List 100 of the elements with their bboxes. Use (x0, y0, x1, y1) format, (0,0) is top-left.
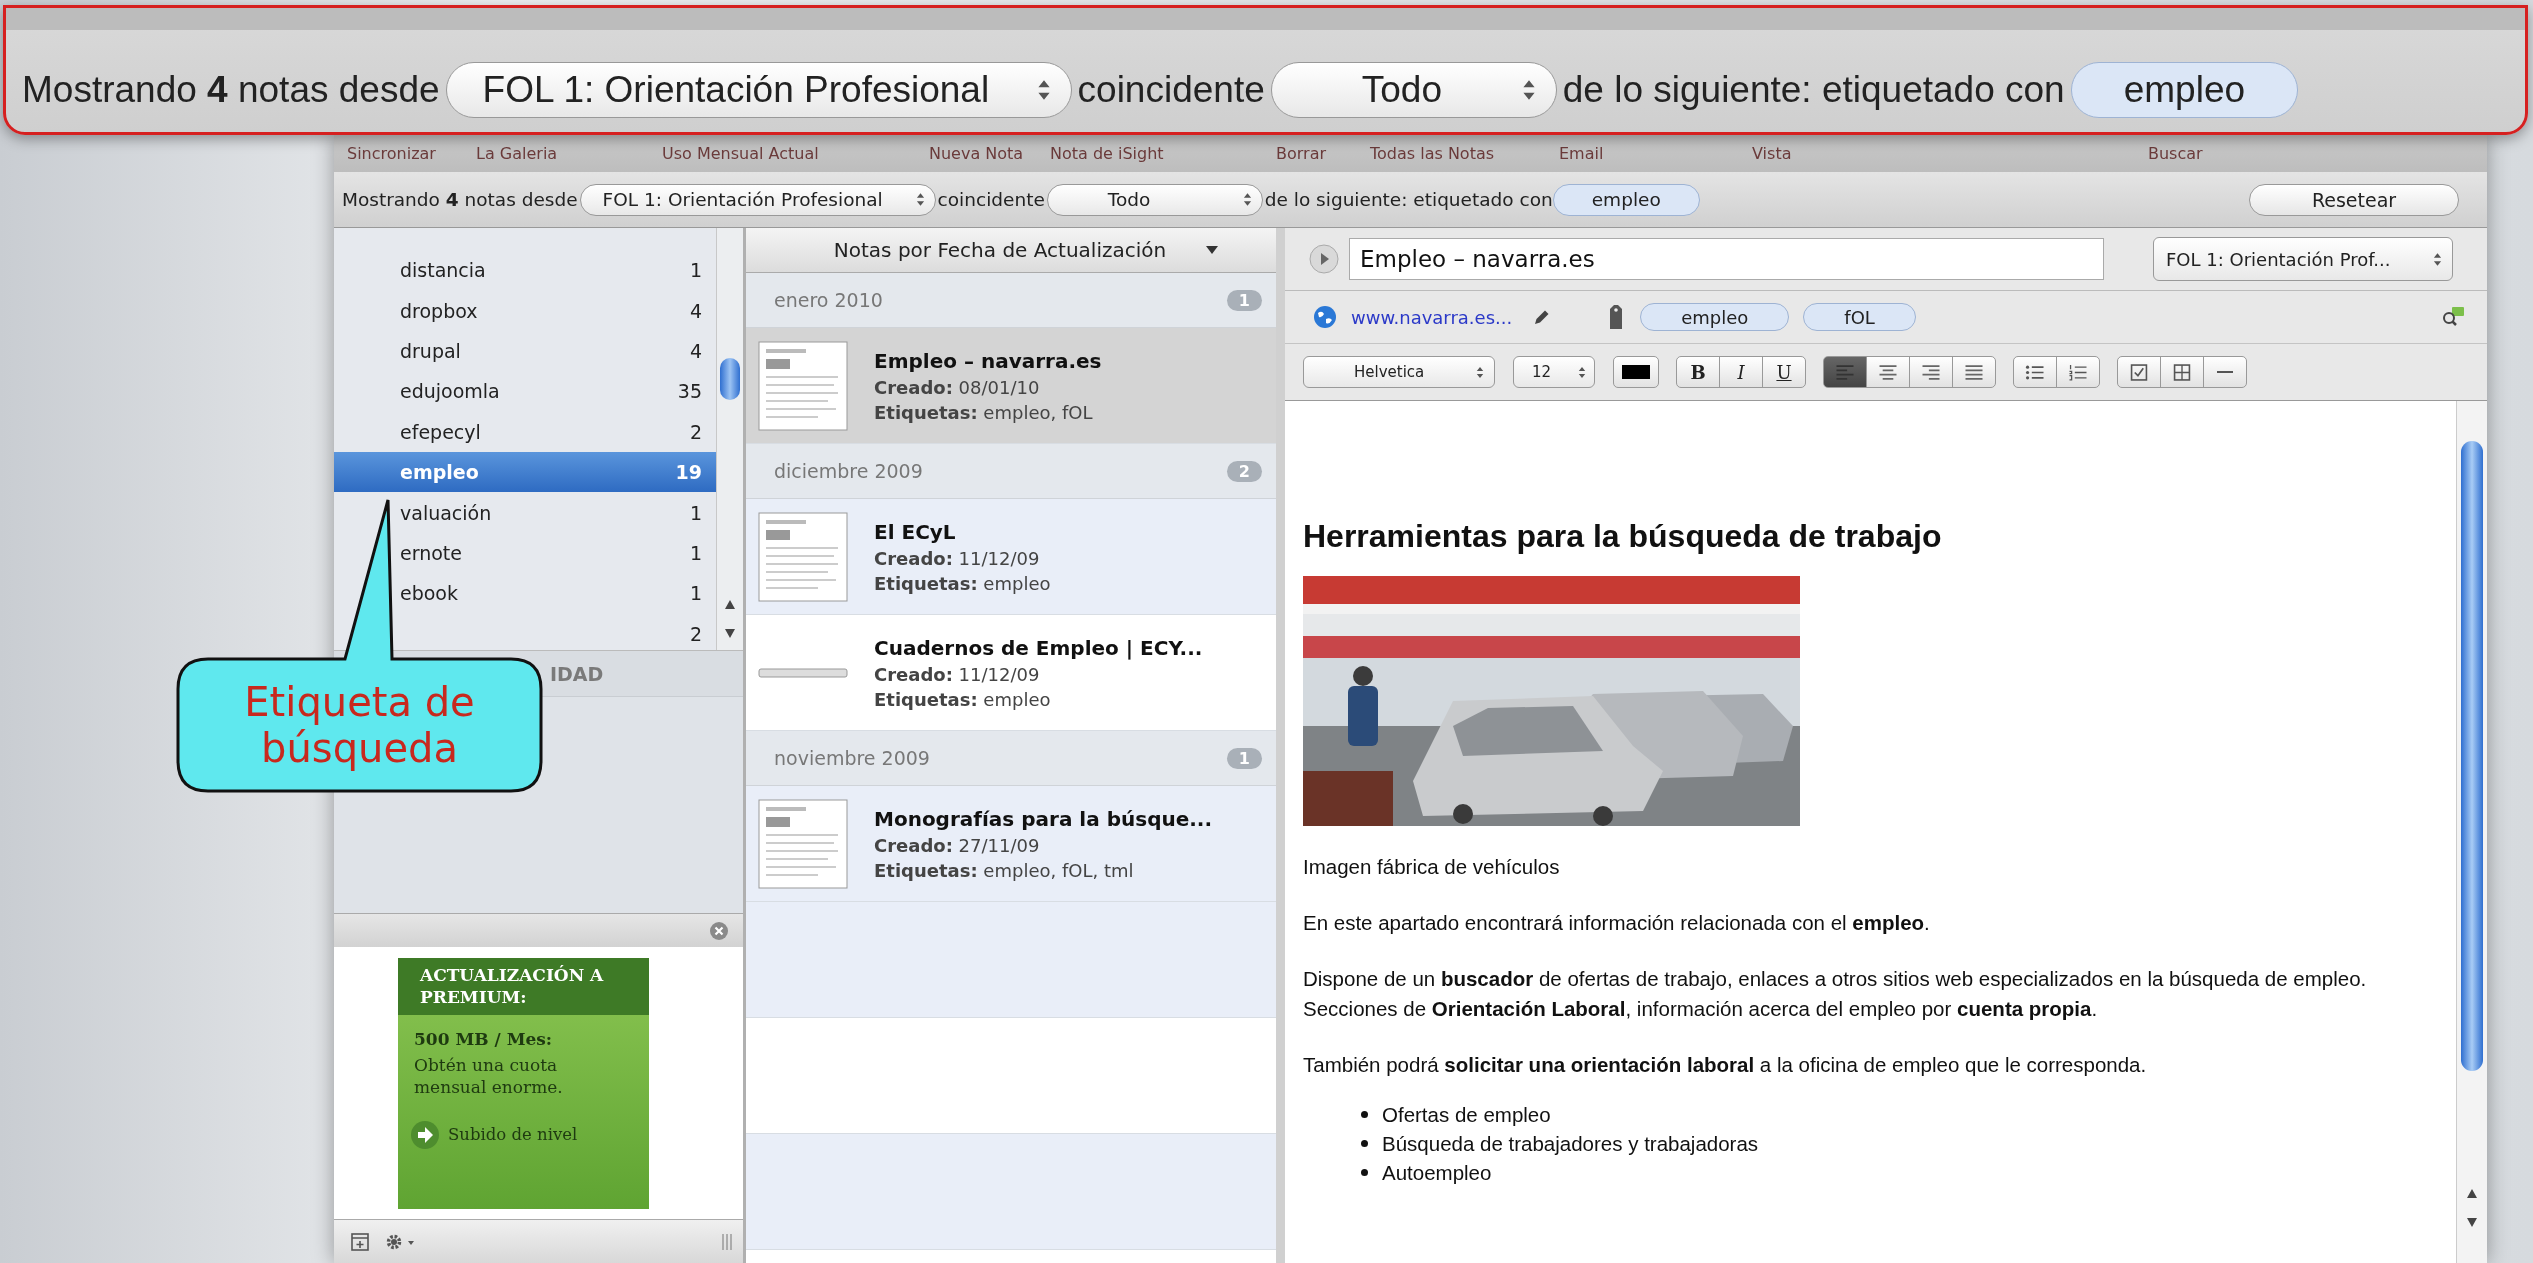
notebook-dropdown[interactable]: FOL 1: Orientación Prof... (2153, 237, 2453, 281)
numbered-list-button[interactable] (2056, 356, 2100, 388)
bullet-list-icon (2024, 363, 2046, 381)
premium-ad[interactable]: ACTUALIZACIÓN A PREMIUM: 500 MB / Mes: Obtén una cuota mensual enorme. Subido de nivel (398, 957, 649, 1209)
count-badge: 2 (1226, 460, 1262, 482)
notebook-dropdown[interactable]: FOL 1: Orientación Profesional (579, 183, 936, 216)
size-dropdown[interactable]: 12 (1513, 356, 1595, 388)
tag-name: efepecyl (400, 420, 481, 443)
style-button[interactable]: U (1762, 356, 1806, 388)
toolbar-label[interactable]: Nueva Nota (929, 144, 1050, 163)
filter-text: Mostrando 4 notas desde (342, 189, 578, 210)
align-left-button[interactable] (1823, 356, 1867, 388)
tag-row[interactable]: edujoomla 35 (334, 371, 716, 412)
toolbar-label[interactable]: Sincronizar (347, 144, 476, 163)
color-button[interactable] (1613, 356, 1659, 388)
new-note-icon[interactable] (350, 1231, 370, 1252)
tag-row[interactable]: ebook 1 (334, 573, 716, 614)
align-right-button[interactable] (1909, 356, 1953, 388)
play-icon[interactable] (1309, 244, 1339, 274)
note-item[interactable]: El ECyL Creado: 11/12/09 Etiquetas: empleo (746, 499, 1276, 615)
globe-icon (1313, 305, 1337, 329)
tag-token[interactable]: empleo (1552, 183, 1700, 216)
tag-name: dropbox (400, 299, 478, 322)
tag-name: drupal (400, 339, 461, 362)
tag-token[interactable]: fOL (1803, 303, 1916, 331)
match-dropdown[interactable]: Todo (1270, 62, 1557, 118)
toolbar-label[interactable]: Nota de iSight (1050, 144, 1276, 163)
tag-row[interactable]: distancia 1 (334, 250, 716, 291)
bullet-list-button[interactable] (2013, 356, 2057, 388)
tag-token[interactable]: empleo (2070, 62, 2299, 118)
toolbar-label[interactable]: La Galeria (476, 144, 662, 163)
notebook-dropdown[interactable]: FOL 1: Orientación Profesional (445, 62, 1072, 118)
match-dropdown[interactable]: Todo (1046, 183, 1263, 216)
updown-icon (915, 192, 925, 207)
align-center-button[interactable] (1866, 356, 1910, 388)
table-button[interactable] (2160, 356, 2204, 388)
close-icon[interactable] (709, 920, 729, 941)
sort-header[interactable]: Notas por Fecha de Actualización (746, 228, 1276, 273)
tag-row[interactable]: efepecyl 2 (334, 411, 716, 452)
ad-heading: ACTUALIZACIÓN A PREMIUM: (398, 957, 649, 1016)
note-tags: Etiquetas: empleo, fOL (874, 401, 1102, 423)
bullet-icon (1361, 1169, 1368, 1177)
tag-row[interactable]: valuación 1 (334, 492, 716, 533)
horizontal-line-icon (2216, 371, 2234, 373)
tag-token[interactable]: empleo (1640, 303, 1790, 331)
bullet-icon (1361, 1140, 1368, 1148)
checkbox-button[interactable] (2117, 356, 2161, 388)
toolbar-label[interactable]: Email (1559, 144, 1752, 163)
numbered-list-icon (2067, 363, 2089, 381)
resize-grip-icon[interactable] (721, 1231, 733, 1252)
tag-row[interactable]: empleo 19 (334, 451, 716, 493)
scroll-thumb[interactable] (720, 358, 740, 400)
list-item: Ofertas de empleo (1382, 1102, 1551, 1127)
scrollbar[interactable] (2456, 401, 2487, 1263)
toolbar-label[interactable]: Uso Mensual Actual (662, 144, 929, 163)
tag-count: 2 (689, 622, 702, 645)
ad-action[interactable]: Subido de nivel (448, 1125, 578, 1145)
tag-count: 4 (689, 339, 702, 362)
tag-count: 1 (689, 259, 702, 282)
font-dropdown[interactable]: Helvetica (1303, 356, 1495, 388)
justify-icon (1963, 363, 1985, 381)
style-button[interactable]: I (1719, 356, 1763, 388)
scroll-thumb[interactable] (2461, 441, 2483, 1071)
tag-count: 1 (689, 541, 702, 564)
note-item[interactable]: Empleo – navarra.es Creado: 08/01/10 Etiquetas: empleo, fOL (746, 328, 1276, 444)
tag-row[interactable]: ernote 1 (334, 532, 716, 574)
ad-text: Obtén una cuota mensual enorme. (413, 1055, 564, 1098)
reset-button[interactable]: Resetear (2249, 183, 2459, 216)
list-item: Autoempleo (1382, 1160, 1492, 1185)
tag-name: edujoomla (400, 380, 500, 403)
tag-row[interactable]: dropbox 4 (334, 290, 716, 331)
title-field[interactable]: Empleo – navarra.es (1349, 238, 2104, 280)
count-badge: 1 (1226, 747, 1262, 769)
search-icon[interactable] (2441, 306, 2465, 328)
note-created: Creado: 11/12/09 (874, 547, 1041, 569)
align-right-icon (1920, 363, 1942, 381)
url-link[interactable]: www.navarra.es... (1351, 306, 1513, 328)
toolbar-label[interactable]: Buscar (2148, 144, 2487, 163)
note-title: Monografías para la búsque... (874, 806, 1213, 831)
tag-name: ernote (400, 541, 462, 564)
rule-button[interactable] (2203, 356, 2247, 388)
filter-text: coincidente (1077, 69, 1265, 111)
tag-row[interactable]: 2 (334, 613, 716, 650)
scrollbar[interactable] (716, 228, 743, 650)
tag-count: 4 (689, 299, 702, 322)
tag-count: 1 (689, 501, 702, 524)
tag-row[interactable]: drupal 4 (334, 330, 716, 372)
style-button[interactable]: B (1676, 356, 1720, 388)
note-item[interactable]: Monografías para la búsque... Creado: 27/11/09 Etiquetas: empleo, fOL, tml (746, 786, 1276, 902)
justify-button[interactable] (1952, 356, 1996, 388)
align-left-icon (1834, 363, 1856, 381)
toolbar-label[interactable]: Vista (1752, 144, 2148, 163)
sort-label: Notas por Fecha de Actualización (833, 238, 1167, 262)
group-label: diciembre 2009 (774, 460, 923, 482)
updown-icon (1521, 78, 1536, 102)
toolbar-label[interactable]: Todas las Notas (1370, 144, 1559, 163)
updown-icon (1476, 365, 1484, 379)
filter-text: Mostrando 4 notas desde (22, 69, 440, 111)
note-heading: Herramientas para la búsqueda de trabajo (1303, 519, 1943, 555)
toolbar-label[interactable]: Borrar (1276, 144, 1370, 163)
